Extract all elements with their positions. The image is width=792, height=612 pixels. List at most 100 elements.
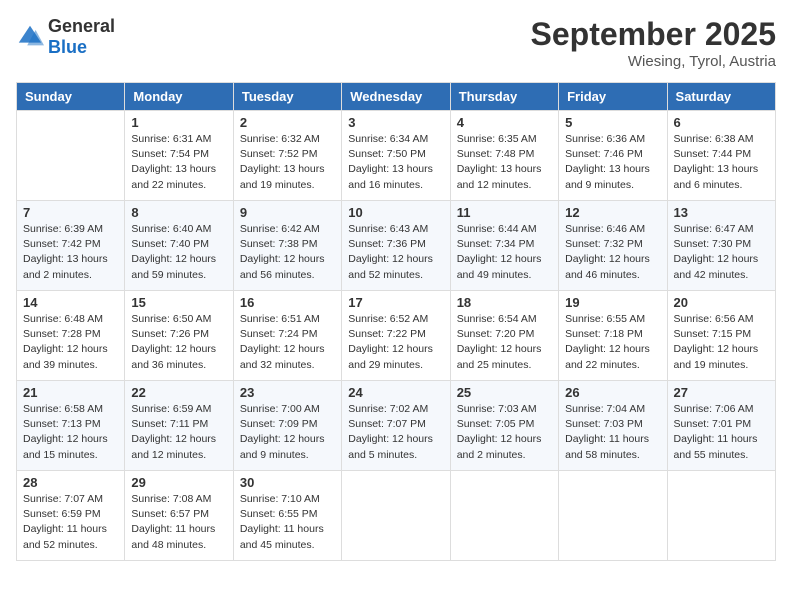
page-header: General Blue September 2025 Wiesing, Tyr…	[16, 16, 776, 70]
day-number: 4	[457, 115, 552, 130]
day-info: Sunrise: 7:06 AM Sunset: 7:01 PM Dayligh…	[674, 402, 769, 463]
day-info: Sunrise: 6:44 AM Sunset: 7:34 PM Dayligh…	[457, 222, 552, 283]
calendar-cell: 11 Sunrise: 6:44 AM Sunset: 7:34 PM Dayli…	[450, 201, 558, 291]
calendar-cell: 9Sunrise: 6:42 AM Sunset: 7:38 PM Daylig…	[233, 201, 341, 291]
calendar-cell: 26 Sunrise: 7:04 AM Sunset: 7:03 PM Dayli…	[559, 381, 667, 471]
calendar-cell: 23 Sunrise: 7:00 AM Sunset: 7:09 PM Dayli…	[233, 381, 341, 471]
calendar-cell: 28 Sunrise: 7:07 AM Sunset: 6:59 PM Dayli…	[17, 471, 125, 561]
calendar-cell: 25 Sunrise: 7:03 AM Sunset: 7:05 PM Dayli…	[450, 381, 558, 471]
col-header-sunday: Sunday	[17, 83, 125, 111]
day-number: 10	[348, 205, 443, 220]
calendar-cell	[559, 471, 667, 561]
location: Wiesing, Tyrol, Austria	[531, 53, 776, 70]
day-number: 25	[457, 385, 552, 400]
day-info: Sunrise: 6:39 AM Sunset: 7:42 PM Dayligh…	[23, 222, 118, 283]
day-info: Sunrise: 7:04 AM Sunset: 7:03 PM Dayligh…	[565, 402, 660, 463]
day-info: Sunrise: 7:00 AM Sunset: 7:09 PM Dayligh…	[240, 402, 335, 463]
calendar-cell: 13Sunrise: 6:47 AM Sunset: 7:30 PM Dayli…	[667, 201, 775, 291]
day-info: Sunrise: 6:48 AM Sunset: 7:28 PM Dayligh…	[23, 312, 118, 373]
day-number: 19	[565, 295, 660, 310]
day-number: 22	[131, 385, 226, 400]
calendar-cell: 24Sunrise: 7:02 AM Sunset: 7:07 PM Dayli…	[342, 381, 450, 471]
day-number: 13	[674, 205, 769, 220]
calendar-cell: 7 Sunrise: 6:39 AM Sunset: 7:42 PM Daylig…	[17, 201, 125, 291]
calendar-cell: 22 Sunrise: 6:59 AM Sunset: 7:11 PM Dayli…	[125, 381, 233, 471]
calendar-header-row: SundayMondayTuesdayWednesdayThursdayFrid…	[17, 83, 776, 111]
col-header-tuesday: Tuesday	[233, 83, 341, 111]
day-number: 21	[23, 385, 118, 400]
day-number: 24	[348, 385, 443, 400]
calendar-cell: 10 Sunrise: 6:43 AM Sunset: 7:36 PM Dayli…	[342, 201, 450, 291]
calendar-cell: 1 Sunrise: 6:31 AM Sunset: 7:54 PM Daylig…	[125, 111, 233, 201]
calendar-cell: 15 Sunrise: 6:50 AM Sunset: 7:26 PM Dayli…	[125, 291, 233, 381]
day-number: 3	[348, 115, 443, 130]
calendar-cell: 29 Sunrise: 7:08 AM Sunset: 6:57 PM Dayli…	[125, 471, 233, 561]
logo-icon	[16, 23, 44, 51]
day-info: Sunrise: 6:35 AM Sunset: 7:48 PM Dayligh…	[457, 132, 552, 193]
calendar-cell: 21Sunrise: 6:58 AM Sunset: 7:13 PM Dayli…	[17, 381, 125, 471]
calendar-cell: 18Sunrise: 6:54 AM Sunset: 7:20 PM Dayli…	[450, 291, 558, 381]
day-info: Sunrise: 7:07 AM Sunset: 6:59 PM Dayligh…	[23, 492, 118, 553]
calendar-cell	[17, 111, 125, 201]
col-header-friday: Friday	[559, 83, 667, 111]
day-info: Sunrise: 6:54 AM Sunset: 7:20 PM Dayligh…	[457, 312, 552, 373]
week-row-3: 14 Sunrise: 6:48 AM Sunset: 7:28 PM Dayli…	[17, 291, 776, 381]
day-number: 20	[674, 295, 769, 310]
title-block: September 2025 Wiesing, Tyrol, Austria	[531, 16, 776, 70]
day-info: Sunrise: 6:34 AM Sunset: 7:50 PM Dayligh…	[348, 132, 443, 193]
calendar-cell: 3 Sunrise: 6:34 AM Sunset: 7:50 PM Daylig…	[342, 111, 450, 201]
calendar-cell: 4 Sunrise: 6:35 AM Sunset: 7:48 PM Daylig…	[450, 111, 558, 201]
day-number: 1	[131, 115, 226, 130]
col-header-saturday: Saturday	[667, 83, 775, 111]
month-title: September 2025	[531, 16, 776, 53]
logo-text: General Blue	[48, 16, 115, 58]
calendar-table: SundayMondayTuesdayWednesdayThursdayFrid…	[16, 82, 776, 561]
day-info: Sunrise: 7:08 AM Sunset: 6:57 PM Dayligh…	[131, 492, 226, 553]
logo-blue: Blue	[48, 37, 115, 58]
calendar-cell: 6Sunrise: 6:38 AM Sunset: 7:44 PM Daylig…	[667, 111, 775, 201]
day-number: 26	[565, 385, 660, 400]
day-number: 7	[23, 205, 118, 220]
day-number: 11	[457, 205, 552, 220]
week-row-1: 1 Sunrise: 6:31 AM Sunset: 7:54 PM Daylig…	[17, 111, 776, 201]
calendar-cell: 27Sunrise: 7:06 AM Sunset: 7:01 PM Dayli…	[667, 381, 775, 471]
day-info: Sunrise: 7:03 AM Sunset: 7:05 PM Dayligh…	[457, 402, 552, 463]
calendar-cell	[667, 471, 775, 561]
col-header-wednesday: Wednesday	[342, 83, 450, 111]
day-number: 30	[240, 475, 335, 490]
calendar-cell: 19 Sunrise: 6:55 AM Sunset: 7:18 PM Dayli…	[559, 291, 667, 381]
day-info: Sunrise: 6:50 AM Sunset: 7:26 PM Dayligh…	[131, 312, 226, 373]
day-info: Sunrise: 6:36 AM Sunset: 7:46 PM Dayligh…	[565, 132, 660, 193]
col-header-monday: Monday	[125, 83, 233, 111]
day-info: Sunrise: 6:40 AM Sunset: 7:40 PM Dayligh…	[131, 222, 226, 283]
calendar-cell	[450, 471, 558, 561]
calendar-cell: 8 Sunrise: 6:40 AM Sunset: 7:40 PM Daylig…	[125, 201, 233, 291]
week-row-2: 7 Sunrise: 6:39 AM Sunset: 7:42 PM Daylig…	[17, 201, 776, 291]
day-number: 9	[240, 205, 335, 220]
day-info: Sunrise: 6:52 AM Sunset: 7:22 PM Dayligh…	[348, 312, 443, 373]
day-number: 28	[23, 475, 118, 490]
day-info: Sunrise: 6:56 AM Sunset: 7:15 PM Dayligh…	[674, 312, 769, 373]
day-number: 23	[240, 385, 335, 400]
calendar-cell: 5Sunrise: 6:36 AM Sunset: 7:46 PM Daylig…	[559, 111, 667, 201]
day-info: Sunrise: 6:55 AM Sunset: 7:18 PM Dayligh…	[565, 312, 660, 373]
day-info: Sunrise: 6:51 AM Sunset: 7:24 PM Dayligh…	[240, 312, 335, 373]
calendar-cell: 12 Sunrise: 6:46 AM Sunset: 7:32 PM Dayli…	[559, 201, 667, 291]
calendar-cell: 17 Sunrise: 6:52 AM Sunset: 7:22 PM Dayli…	[342, 291, 450, 381]
day-number: 6	[674, 115, 769, 130]
day-number: 14	[23, 295, 118, 310]
day-number: 29	[131, 475, 226, 490]
col-header-thursday: Thursday	[450, 83, 558, 111]
calendar-cell: 14 Sunrise: 6:48 AM Sunset: 7:28 PM Dayli…	[17, 291, 125, 381]
day-info: Sunrise: 6:46 AM Sunset: 7:32 PM Dayligh…	[565, 222, 660, 283]
day-number: 17	[348, 295, 443, 310]
calendar-cell: 16 Sunrise: 6:51 AM Sunset: 7:24 PM Dayli…	[233, 291, 341, 381]
day-number: 16	[240, 295, 335, 310]
day-number: 12	[565, 205, 660, 220]
day-number: 15	[131, 295, 226, 310]
day-number: 8	[131, 205, 226, 220]
day-info: Sunrise: 6:31 AM Sunset: 7:54 PM Dayligh…	[131, 132, 226, 193]
day-info: Sunrise: 6:59 AM Sunset: 7:11 PM Dayligh…	[131, 402, 226, 463]
day-info: Sunrise: 6:43 AM Sunset: 7:36 PM Dayligh…	[348, 222, 443, 283]
week-row-4: 21Sunrise: 6:58 AM Sunset: 7:13 PM Dayli…	[17, 381, 776, 471]
